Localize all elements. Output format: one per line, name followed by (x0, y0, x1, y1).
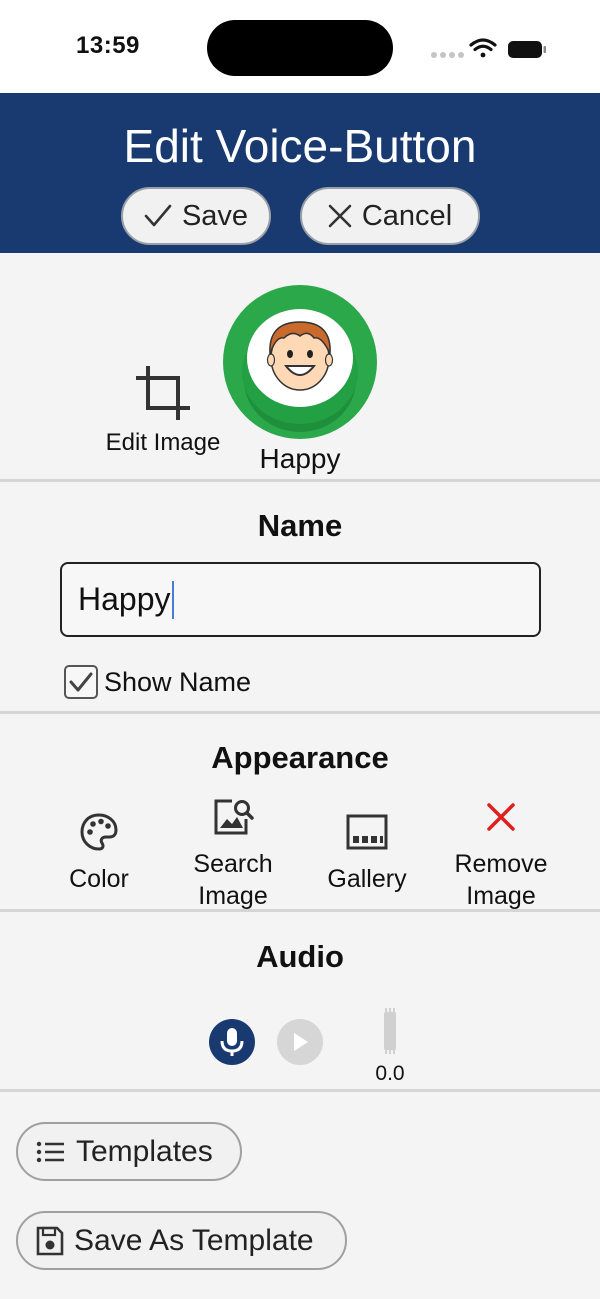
divider (0, 909, 600, 912)
color-button[interactable]: Color (32, 812, 166, 895)
save-as-template-label: Save As Template (74, 1223, 314, 1257)
templates-button[interactable]: Templates (16, 1122, 242, 1181)
edit-image-label: Edit Image (105, 429, 221, 456)
signal-icon (431, 52, 464, 58)
name-input-value: Happy (78, 581, 171, 617)
microphone-icon (220, 1028, 244, 1056)
palette-icon (80, 813, 118, 851)
show-name-checkbox[interactable] (64, 665, 98, 699)
cancel-button[interactable]: Cancel (300, 187, 480, 245)
save-button[interactable]: Save (121, 187, 271, 245)
remove-image-button[interactable]: Remove Image (434, 797, 568, 912)
voice-button-preview[interactable] (222, 284, 378, 440)
text-caret (171, 580, 174, 619)
audio-level-meter (379, 1008, 401, 1054)
status-icons (430, 36, 550, 60)
save-as-template-button[interactable]: Save As Template (16, 1211, 347, 1270)
color-label: Color (69, 865, 129, 893)
gallery-icon (346, 814, 388, 850)
templates-label: Templates (76, 1134, 213, 1168)
edit-image-button[interactable]: Edit Image (96, 364, 230, 457)
remove-image-label: Remove Image (454, 850, 548, 910)
wifi-icon (469, 38, 497, 58)
save-icon (36, 1226, 64, 1255)
name-input[interactable]: Happy (60, 562, 541, 637)
close-icon (328, 204, 352, 228)
play-icon (294, 1033, 308, 1051)
image-search-icon (214, 799, 254, 835)
appearance-section-title: Appearance (211, 740, 389, 775)
cancel-button-label: Cancel (361, 199, 453, 232)
dynamic-island (207, 20, 393, 76)
checkmark-icon (69, 672, 93, 692)
status-time: 13:59 (76, 32, 140, 59)
search-image-button[interactable]: Search Image (166, 797, 300, 912)
battery-icon (508, 41, 546, 58)
audio-section-title: Audio (256, 939, 344, 974)
record-button[interactable] (209, 1019, 255, 1065)
search-image-label: Search Image (193, 850, 273, 910)
divider (0, 711, 600, 714)
gallery-label: Gallery (327, 865, 407, 893)
list-icon (36, 1141, 64, 1162)
divider (0, 479, 600, 482)
name-section-title: Name (257, 508, 343, 543)
gallery-button[interactable]: Gallery (300, 812, 434, 895)
voice-button-name: Happy (259, 443, 341, 474)
divider (0, 1089, 600, 1092)
audio-duration: 0.0 (375, 1062, 405, 1085)
checkmark-icon (144, 204, 172, 227)
show-name-toggle[interactable]: Show Name (64, 665, 251, 699)
close-icon (487, 803, 515, 831)
play-button[interactable] (277, 1019, 323, 1065)
save-button-label: Save (181, 199, 249, 232)
status-bar: 13:59 (0, 0, 600, 93)
show-name-label: Show Name (104, 666, 252, 697)
crop-icon (136, 366, 190, 420)
header: Edit Voice-Button Save Cancel (0, 93, 600, 253)
page-title: Edit Voice-Button (123, 120, 477, 172)
